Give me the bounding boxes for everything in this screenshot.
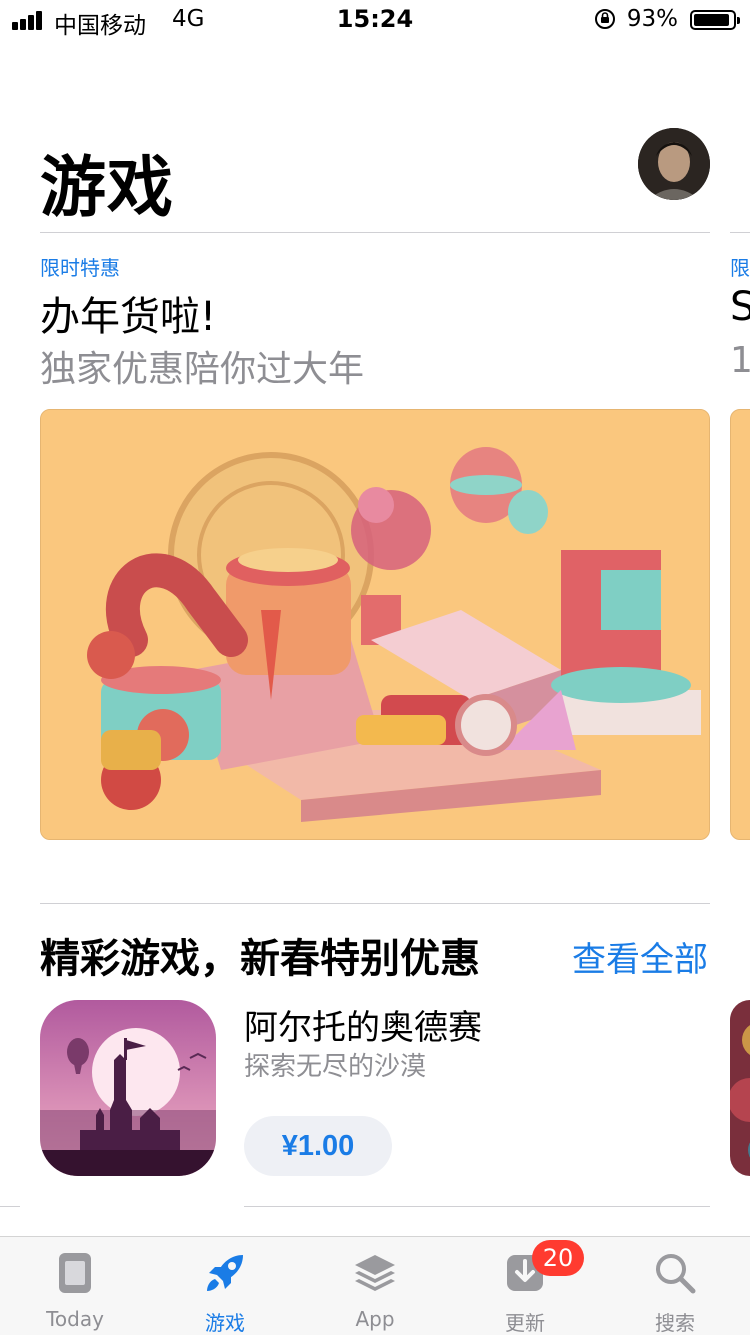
next-featured-banner[interactable] — [730, 409, 750, 840]
tab-label: 更新 — [505, 1311, 545, 1335]
tab-label: App — [355, 1307, 395, 1331]
search-icon — [656, 1254, 696, 1294]
tab-games[interactable]: 游戏 — [150, 1237, 300, 1335]
next-featured-title: S — [730, 284, 750, 330]
featured-subtitle: 独家优惠陪你过大年 — [40, 349, 365, 390]
layers-icon — [355, 1255, 395, 1291]
tab-label: 游戏 — [205, 1311, 245, 1335]
rocket-icon — [207, 1255, 243, 1291]
next-featured-tag: 限 — [730, 256, 750, 280]
page-title: 游戏 — [40, 149, 174, 226]
app-icon[interactable] — [40, 1000, 216, 1176]
tab-label: Today — [46, 1307, 104, 1331]
featured-tag: 限时特惠 — [40, 256, 120, 280]
today-icon — [59, 1253, 91, 1293]
tab-label: 搜索 — [655, 1311, 695, 1335]
alto-odyssey-icon — [40, 1000, 216, 1176]
status-bar: 中国移动 4G 15:24 93% — [0, 0, 750, 40]
tab-search[interactable]: 搜索 — [600, 1237, 750, 1335]
header-divider — [40, 232, 710, 233]
next-featured-subtitle: 1 — [730, 340, 750, 381]
see-all-link[interactable]: 查看全部 — [572, 932, 708, 981]
account-avatar[interactable] — [638, 128, 710, 200]
header-divider — [730, 232, 750, 233]
avatar-image — [638, 128, 710, 200]
featured-banner-image[interactable] — [40, 409, 710, 840]
row-divider — [0, 1206, 20, 1207]
battery-level — [694, 14, 730, 26]
battery-percent: 93% — [626, 6, 678, 32]
tab-today[interactable]: Today — [0, 1237, 150, 1335]
row-divider — [244, 1206, 710, 1207]
next-app-icon[interactable] — [730, 1000, 750, 1176]
new-year-scene-illustration — [41, 410, 709, 839]
app-name: 阿尔托的奥德赛 — [244, 1008, 482, 1048]
tab-bar: Today 游戏 App 更新 搜索 — [0, 1236, 750, 1335]
app-subtitle: 探索无尽的沙漠 — [244, 1052, 427, 1082]
tab-apps[interactable]: App — [300, 1237, 450, 1335]
battery-icon — [690, 10, 740, 30]
price-button[interactable]: ¥1.00 — [244, 1116, 392, 1176]
next-app-icon-art — [730, 1000, 750, 1176]
featured-title: 办年货啦! — [40, 294, 217, 340]
updates-badge: 20 — [532, 1240, 584, 1276]
section-divider — [40, 903, 710, 904]
section-title: 精彩游戏，新春特别优惠 — [40, 936, 480, 982]
rotation-lock-icon — [595, 9, 615, 29]
